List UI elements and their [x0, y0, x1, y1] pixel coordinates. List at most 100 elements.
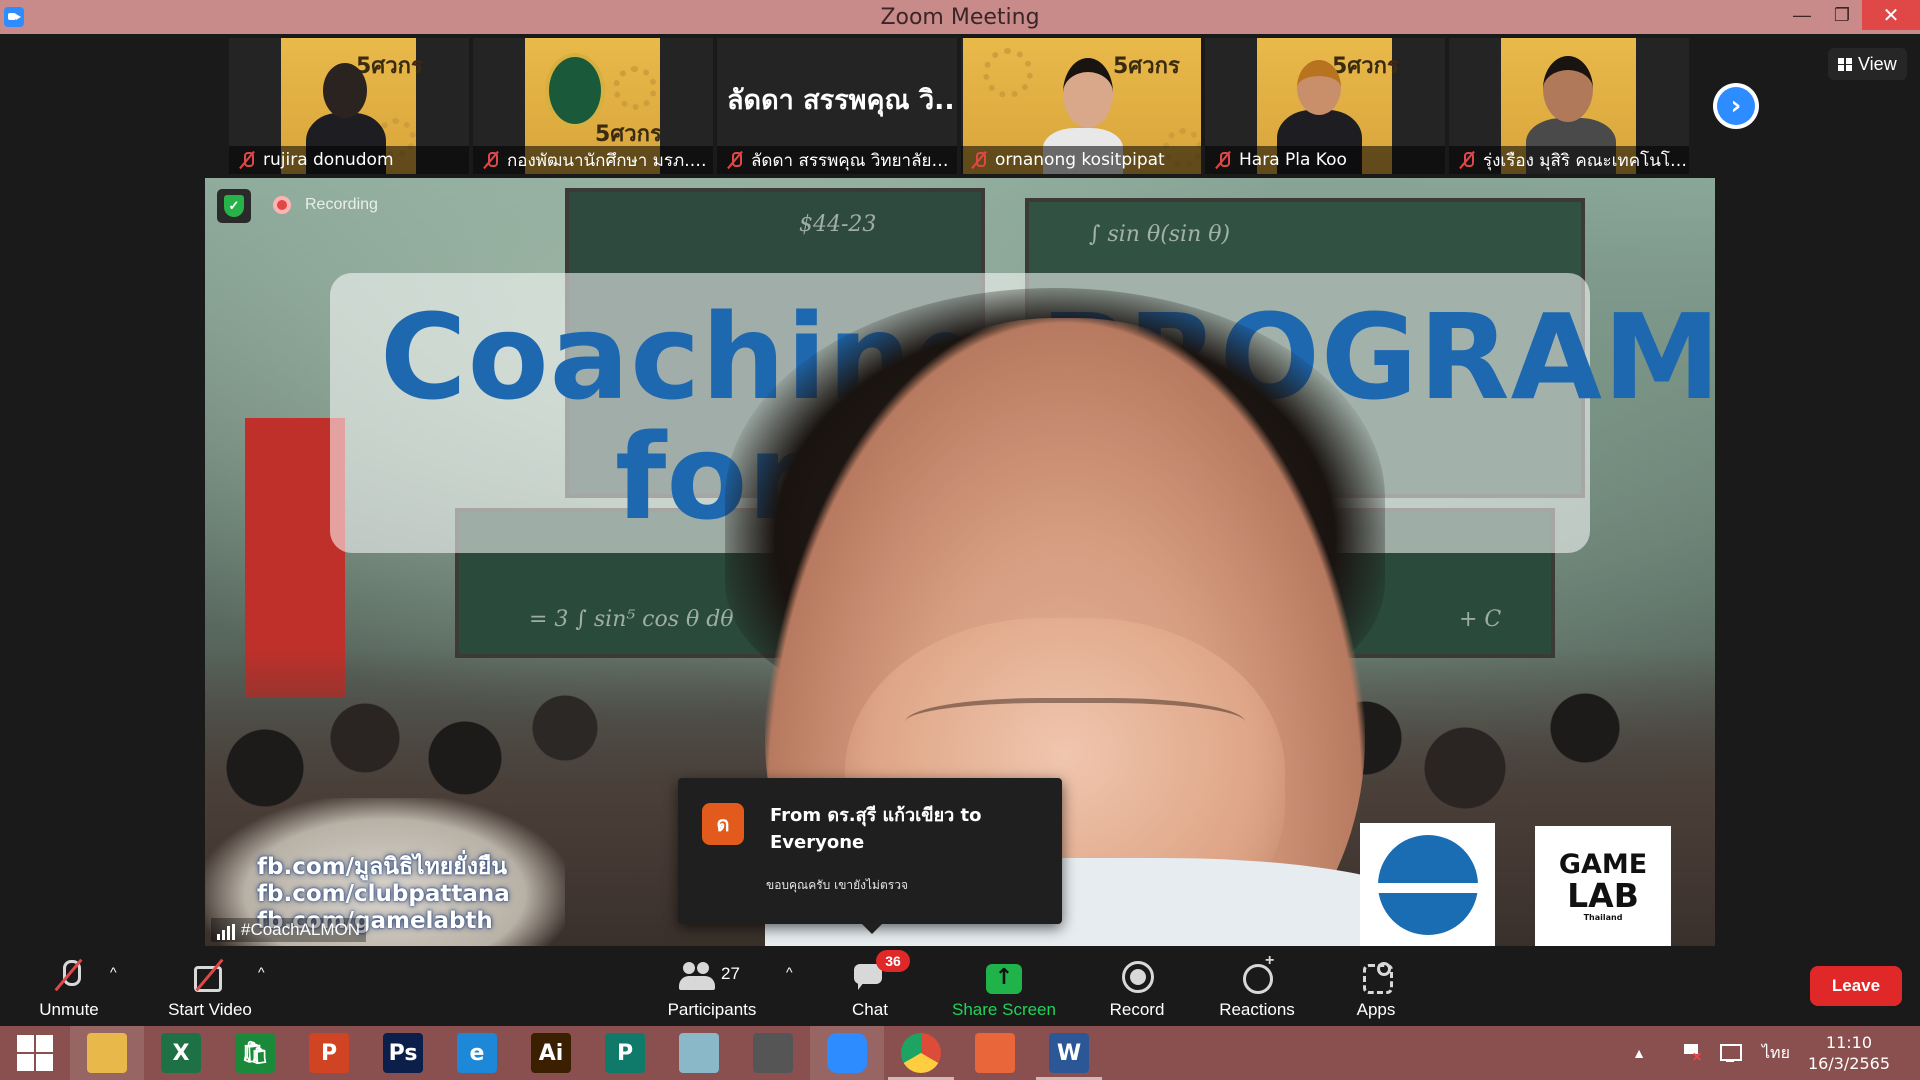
recording-indicator[interactable]: Recording: [273, 196, 378, 214]
speaker-name: #CoachALMON: [241, 920, 361, 939]
participant-name: ลัดดา สรรพคุณ วิทยาลัยกา...: [751, 150, 957, 171]
record-button[interactable]: Record: [1100, 950, 1174, 1026]
taskbar-office[interactable]: [958, 1026, 1032, 1080]
recording-label: Recording: [305, 196, 378, 213]
participant-name: Hara Pla Koo: [1239, 150, 1347, 170]
internet-explorer-icon: e: [457, 1033, 497, 1073]
participants-icon: 27: [679, 958, 740, 994]
window-controls: — ❐ ✕: [1782, 0, 1920, 34]
clock-date: 16/3/2565: [1807, 1054, 1890, 1073]
zoom-icon: [827, 1033, 867, 1073]
mic-muted-icon: [1215, 151, 1231, 169]
mic-muted-icon: [971, 151, 987, 169]
input-language-indicator[interactable]: ไทย: [1762, 1041, 1790, 1066]
publisher-icon: P: [605, 1033, 645, 1073]
record-label: Record: [1109, 1000, 1165, 1019]
title-bar: Zoom Meeting — ❐ ✕: [0, 0, 1920, 34]
excel-icon: X: [161, 1033, 201, 1073]
apps-icon: [1358, 958, 1394, 994]
taskbar-word[interactable]: W: [1032, 1026, 1106, 1080]
taskbar-publisher[interactable]: P: [588, 1026, 662, 1080]
taskbar-file-explorer[interactable]: [70, 1026, 144, 1080]
close-button[interactable]: ✕: [1862, 0, 1920, 30]
share-screen-icon: [986, 964, 1022, 994]
participant-tile[interactable]: 5ศวกร ornanong kositpipat: [961, 38, 1201, 174]
microphone-muted-icon: [51, 958, 87, 994]
chat-sender: From ดร.สุรี แก้วเขียว to Everyone: [770, 805, 982, 853]
meeting-toolbar: Unmute ^ Start Video ^ 27 Participants ^…: [0, 950, 1920, 1026]
show-hidden-icons-button[interactable]: ▲: [1632, 1045, 1646, 1061]
word-icon: W: [1049, 1033, 1089, 1073]
taskbar-powerpoint[interactable]: P: [292, 1026, 366, 1080]
window-title: Zoom Meeting: [880, 4, 1040, 30]
speaker-name-tag: #CoachALMON: [211, 918, 367, 942]
taskbar-illustrator[interactable]: Ai: [514, 1026, 588, 1080]
participant-tile[interactable]: 5ศวกร rujira donudom: [229, 38, 469, 174]
reactions-icon: [1239, 952, 1275, 994]
participant-tile[interactable]: รุ่งเรือง มุสิริ คณะเทคโนโลยีอุ...: [1449, 38, 1689, 174]
participant-tile[interactable]: 5ศวกร Hara Pla Koo: [1205, 38, 1445, 174]
next-page-button[interactable]: ›: [1713, 83, 1759, 129]
taskbar-unknown-app[interactable]: [662, 1026, 736, 1080]
chat-label: Chat: [852, 1000, 888, 1019]
taskbar-chrome[interactable]: [884, 1026, 958, 1080]
chat-unread-badge: 36: [876, 950, 910, 972]
network-icon[interactable]: [1718, 1042, 1742, 1064]
leave-button[interactable]: Leave: [1810, 966, 1902, 1006]
reactions-label: Reactions: [1219, 1000, 1295, 1019]
video-options-caret[interactable]: ^: [258, 964, 265, 980]
participant-tile[interactable]: 5ศวกร กองพัฒนานักศึกษา มรภ.พร...: [473, 38, 713, 174]
taskbar-zoom[interactable]: [810, 1026, 884, 1080]
unmute-button[interactable]: Unmute: [28, 950, 110, 1026]
participant-name: กองพัฒนานักศึกษา มรภ.พร...: [507, 150, 713, 171]
office-icon: [975, 1033, 1015, 1073]
start-video-label: Start Video: [168, 1000, 252, 1019]
share-screen-button[interactable]: Share Screen: [944, 950, 1064, 1026]
apps-button[interactable]: Apps: [1346, 950, 1406, 1026]
organization-logo: [1360, 823, 1495, 946]
chrome-icon: [901, 1033, 941, 1073]
audio-options-caret[interactable]: ^: [110, 964, 117, 980]
action-center-flag-icon[interactable]: [1680, 1042, 1704, 1064]
view-button[interactable]: View: [1828, 48, 1907, 80]
powerpoint-icon: P: [309, 1033, 349, 1073]
grid-icon: [1838, 57, 1852, 71]
store-icon: 🛍: [235, 1033, 275, 1073]
restore-button[interactable]: ❐: [1822, 0, 1862, 30]
video-camera-off-icon: [192, 958, 228, 994]
signal-strength-icon: [217, 924, 235, 940]
mic-muted-icon: [1459, 151, 1475, 169]
unmute-label: Unmute: [39, 1000, 99, 1019]
unknown-app-icon: [679, 1033, 719, 1073]
chat-button[interactable]: 36 Chat: [840, 950, 910, 1026]
minimize-button[interactable]: —: [1782, 0, 1822, 30]
taskbar-internet-explorer[interactable]: e: [440, 1026, 514, 1080]
start-video-button[interactable]: Start Video: [160, 950, 260, 1026]
taskbar-excel[interactable]: X: [144, 1026, 218, 1080]
zoom-app-icon: [4, 7, 24, 27]
chat-notification[interactable]: ด From ดร.สุรี แก้วเขียว to Everyone ขอบ…: [678, 778, 1062, 934]
participant-name: rujira donudom: [263, 150, 394, 170]
system-tray: ▲ ไทย 11:10 16/3/2565: [1632, 1026, 1920, 1080]
chat-message: ขอบคุณครับ เขายังไม่ตรวจ: [766, 878, 908, 892]
windows-logo-icon: [17, 1035, 53, 1071]
clock-time: 11:10: [1825, 1033, 1873, 1052]
illustrator-icon: Ai: [531, 1033, 571, 1073]
start-button[interactable]: [0, 1026, 70, 1080]
recording-dot-icon: [273, 196, 291, 214]
taskbar-store[interactable]: 🛍: [218, 1026, 292, 1080]
taskbar-apps: X 🛍 P Ps e Ai P W: [70, 1026, 1106, 1080]
mic-muted-icon: [483, 151, 499, 169]
taskbar-photoscape[interactable]: [736, 1026, 810, 1080]
photoscape-icon: [753, 1033, 793, 1073]
participants-button[interactable]: 27 Participants: [660, 950, 764, 1026]
participant-tile[interactable]: ลัดดา สรรพคุณ วิ... ลัดดา สรรพคุณ วิทยาล…: [717, 38, 957, 174]
avatar: ด: [702, 803, 744, 845]
reactions-button[interactable]: Reactions: [1212, 950, 1302, 1026]
clock[interactable]: 11:10 16/3/2565: [1808, 1032, 1890, 1074]
view-label: View: [1858, 53, 1897, 74]
participants-options-caret[interactable]: ^: [786, 964, 793, 980]
taskbar-photoshop[interactable]: Ps: [366, 1026, 440, 1080]
participant-name: ornanong kositpipat: [995, 150, 1165, 170]
encryption-shield-icon[interactable]: ✓: [217, 189, 251, 223]
